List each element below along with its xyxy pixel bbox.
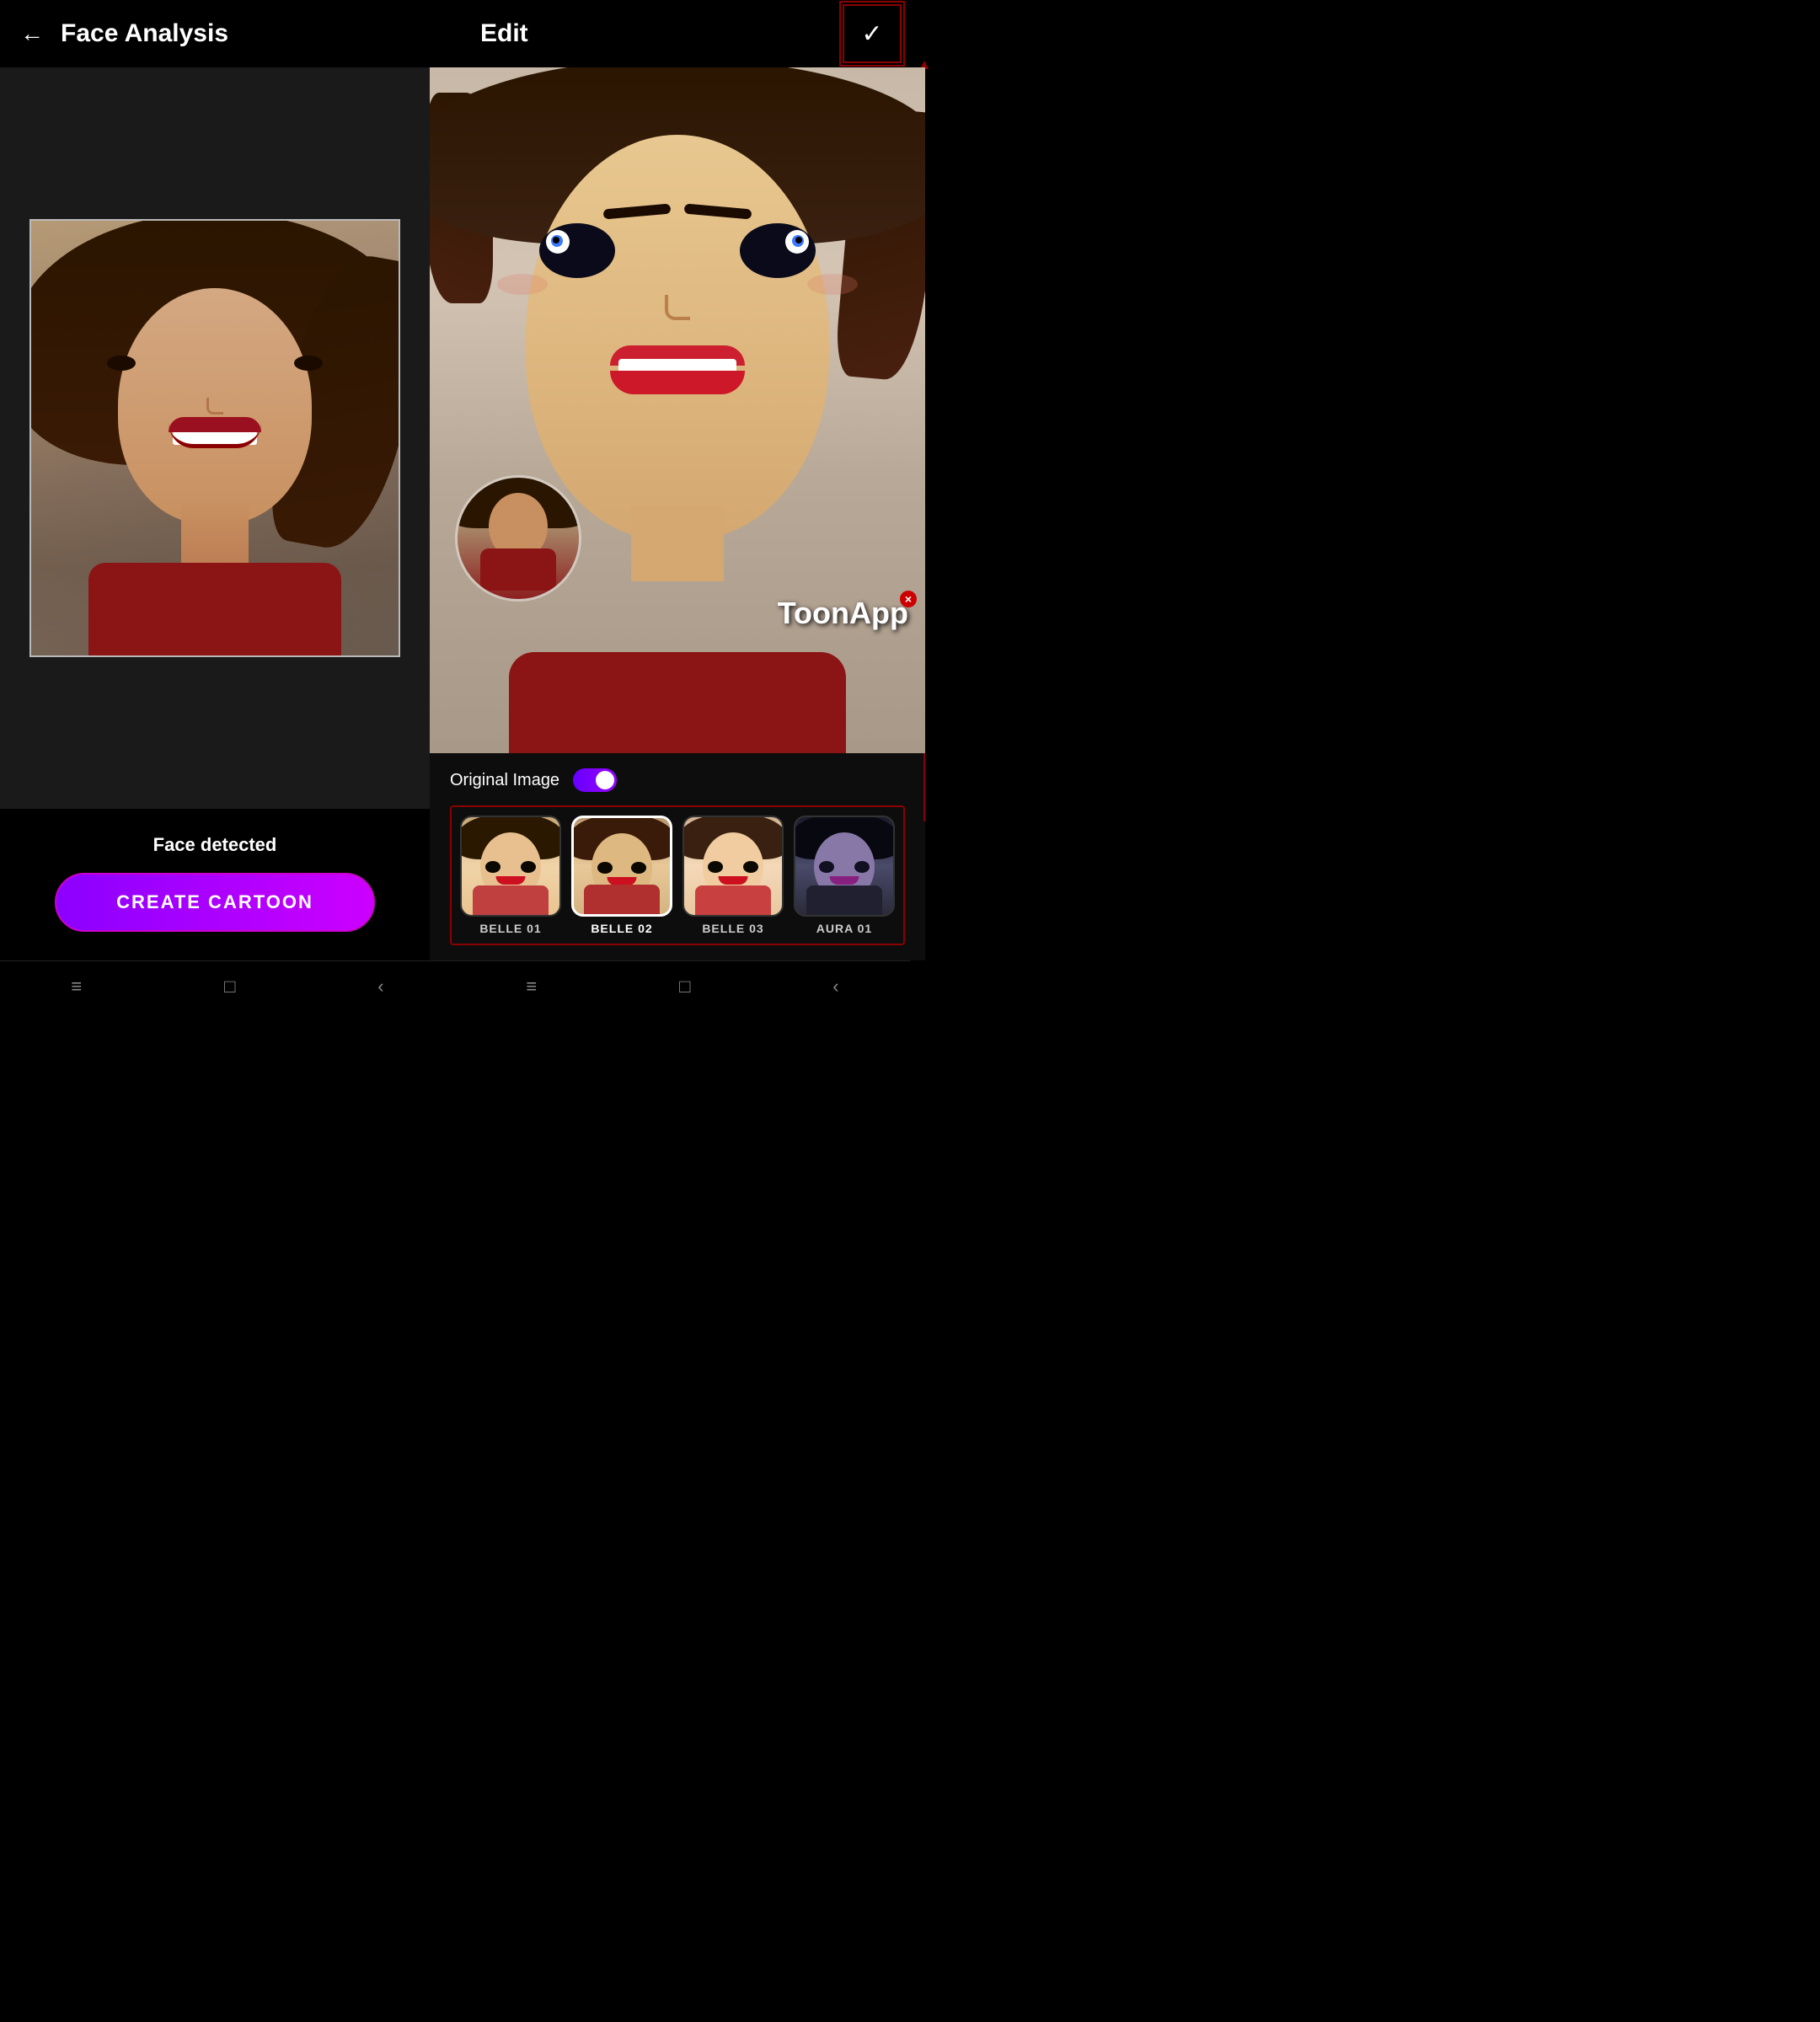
right-title: Edit (480, 19, 528, 48)
left-nav-back-icon[interactable]: ‹ (377, 976, 383, 998)
right-nav-home-icon[interactable]: □ (679, 976, 690, 998)
photo-frame (29, 219, 400, 657)
original-photo (31, 221, 399, 655)
original-image-label: Original Image (450, 771, 559, 790)
filter-thumb-belle02 (571, 816, 672, 917)
toonapp-watermark-container: ToonApp × (778, 596, 908, 631)
filter-item-belle03[interactable]: BELLE 03 (682, 816, 784, 935)
right-header: ← Edit (430, 0, 925, 67)
filter-thumb-belle01 (460, 816, 561, 917)
right-header-left: ← Edit (450, 19, 528, 48)
right-nav-bar: ≡ □ ‹ (455, 960, 910, 1011)
filter-label-aura01: AURA 01 (794, 922, 895, 935)
left-nav-bar: ≡ □ ‹ (0, 960, 455, 1011)
filter-strip: BELLE 01 BELLE 02 (450, 805, 905, 945)
right-nav-back-icon[interactable]: ‹ (832, 976, 838, 998)
left-panel: ← Face Analysis (0, 0, 430, 960)
right-image-area: ToonApp × (430, 67, 925, 753)
right-panel: ← Edit (430, 0, 925, 960)
left-bottom-area: Face detected CREATE CARTOON (0, 809, 430, 960)
filter-thumb-aura01 (794, 816, 895, 917)
toonapp-badge: × (900, 591, 917, 607)
left-back-button[interactable]: ← (20, 22, 44, 45)
filter-label-belle03: BELLE 03 (682, 922, 784, 935)
bottom-navigation: ≡ □ ‹ ≡ □ ‹ (0, 960, 910, 1011)
left-image-area (0, 67, 430, 809)
original-thumbnail (455, 475, 581, 602)
filter-item-belle02[interactable]: BELLE 02 (571, 816, 672, 935)
filter-item-aura01[interactable]: AURA 01 (794, 816, 895, 935)
check-confirm-button[interactable] (843, 4, 902, 63)
left-title: Face Analysis (61, 19, 228, 48)
toggle-knob (596, 771, 614, 789)
original-image-toggle-switch[interactable] (573, 768, 617, 792)
create-cartoon-button[interactable]: CREATE CARTOON (55, 873, 375, 932)
right-controls: Original Image BELLE (430, 753, 925, 960)
right-back-button[interactable]: ← (450, 26, 463, 41)
filter-label-belle02: BELLE 02 (571, 922, 672, 935)
toonapp-watermark: ToonApp (778, 596, 908, 630)
check-button-wrapper (839, 1, 905, 67)
filter-item-belle01[interactable]: BELLE 01 (460, 816, 561, 935)
right-nav-menu-icon[interactable]: ≡ (526, 976, 537, 998)
filter-thumb-belle03 (682, 816, 784, 917)
face-detected-label: Face detected (153, 834, 277, 856)
left-nav-menu-icon[interactable]: ≡ (71, 976, 82, 998)
filter-label-belle01: BELLE 01 (460, 922, 561, 935)
original-image-toggle-row: Original Image (450, 768, 905, 792)
left-nav-home-icon[interactable]: □ (224, 976, 235, 998)
left-header: ← Face Analysis (0, 0, 430, 67)
